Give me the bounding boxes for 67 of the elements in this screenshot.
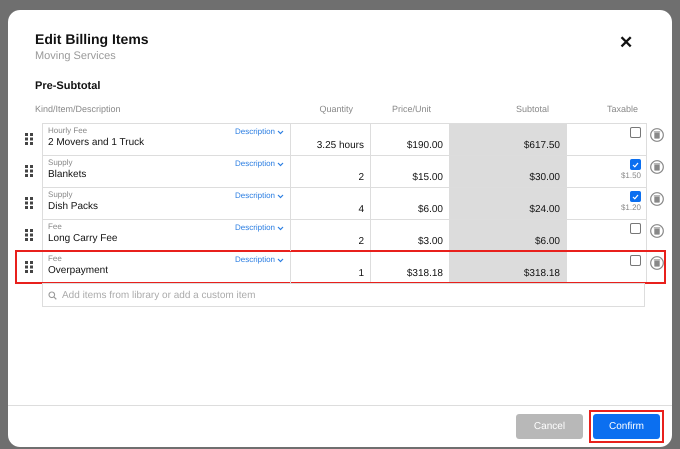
drag-handle-icon[interactable] — [25, 261, 33, 273]
quantity-cell: 4 — [291, 188, 371, 219]
column-header: Taxable — [606, 102, 638, 116]
taxable-checkbox[interactable] — [630, 127, 641, 138]
trash-icon[interactable] — [650, 224, 664, 238]
drag-handle-icon[interactable] — [25, 165, 33, 177]
item-kind: Fee — [48, 222, 62, 232]
check-icon — [632, 194, 639, 200]
item-kind: Supply — [48, 158, 72, 168]
item-kind: Supply — [48, 190, 72, 200]
trash-icon[interactable] — [650, 160, 664, 174]
description-dropdown[interactable]: Description — [234, 126, 284, 138]
trash-icon[interactable] — [650, 256, 664, 270]
price-cell-text: $318.18 — [406, 267, 444, 281]
item-kind: Hourly Fee — [48, 126, 88, 136]
subtotal-cell: $30.00 — [449, 156, 567, 187]
description-dropdown[interactable]: Description — [234, 190, 284, 202]
subtotal-cell: $318.18 — [449, 252, 567, 283]
drag-handle-icon[interactable] — [25, 133, 33, 145]
chevron-down-icon — [277, 226, 284, 230]
column-header: Subtotal — [514, 102, 550, 116]
quantity-cell: 1 — [291, 252, 371, 283]
quantity-cell: 2 — [291, 156, 371, 187]
confirm-button[interactable]: Confirm — [593, 414, 660, 439]
chevron-down-icon — [277, 162, 284, 166]
column-header: Kind/Item/Description — [35, 102, 122, 116]
subtotal-cell: $617.50 — [449, 124, 567, 155]
item-name: Overpayment — [48, 264, 108, 278]
price-cell-text: $190.00 — [406, 139, 444, 153]
drag-handle-icon[interactable] — [25, 229, 33, 241]
chevron-down-icon — [277, 258, 284, 262]
add-item-input[interactable]: Add items from library or add a custom item — [62, 288, 639, 302]
drag-handle-icon[interactable] — [25, 197, 33, 209]
taxable-checkbox[interactable] — [630, 159, 641, 170]
section-title: Pre-Subtotal — [34, 79, 102, 94]
chevron-down-icon — [277, 194, 284, 198]
column-header: Price/Unit — [390, 102, 432, 116]
column-header: Quantity — [318, 102, 354, 116]
price-cell-text: $3.00 — [416, 235, 444, 249]
dialog-title: Edit Billing Items — [35, 30, 149, 48]
check-icon — [632, 162, 639, 168]
price-cell-text: $15.00 — [411, 171, 444, 185]
taxable-checkbox[interactable] — [630, 191, 641, 202]
description-dropdown[interactable]: Description — [234, 254, 284, 266]
item-kind: Fee — [48, 254, 62, 264]
price-cell-text: $6.00 — [416, 203, 444, 217]
quantity-cell: 3.25 hours — [291, 124, 371, 155]
trash-icon[interactable] — [650, 128, 664, 142]
taxable-checkbox[interactable] — [630, 223, 641, 234]
search-icon — [48, 290, 57, 300]
subtotal-cell: $6.00 — [449, 220, 567, 251]
description-dropdown[interactable]: Description — [234, 158, 284, 170]
item-name: Long Carry Fee — [48, 232, 118, 246]
description-dropdown[interactable]: Description — [234, 222, 284, 234]
trash-icon[interactable] — [650, 192, 664, 206]
subtotal-cell: $24.00 — [449, 188, 567, 219]
tax-amount: $1.20 — [620, 202, 641, 214]
item-name: Blankets — [48, 168, 86, 182]
add-item-field[interactable]: Add items from library or add a custom item — [42, 283, 645, 307]
close-button[interactable]: ✕ — [619, 34, 633, 51]
quantity-cell: 2 — [291, 220, 371, 251]
item-name: 2 Movers and 1 Truck — [48, 136, 144, 150]
tax-amount: $1.50 — [620, 170, 641, 182]
taxable-checkbox[interactable] — [630, 255, 641, 266]
item-name: Dish Packs — [48, 200, 98, 214]
chevron-down-icon — [277, 130, 284, 134]
dialog-subtitle: Moving Services — [35, 49, 117, 64]
